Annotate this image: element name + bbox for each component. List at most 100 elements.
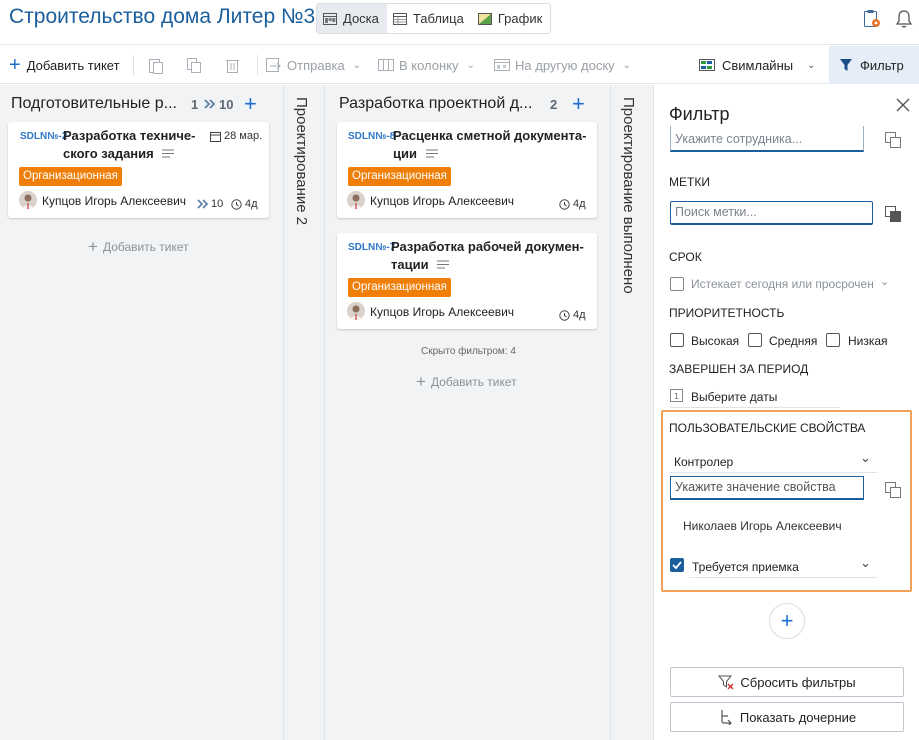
trash-icon[interactable] — [225, 57, 240, 74]
requires-acceptance-checkbox[interactable] — [670, 558, 684, 572]
collapsed-column[interactable]: Проектирование 2 — [293, 97, 310, 225]
person-icon — [21, 194, 35, 209]
calendar-icon — [210, 131, 221, 142]
tags-search-input[interactable]: Поиск метки... — [670, 201, 873, 225]
ticket-id: SDLN№-2 — [20, 131, 68, 142]
to-other-board-dropdown[interactable]: На другую доску ⌄ — [493, 46, 631, 84]
date-picker-text: Выберите даты — [691, 390, 778, 404]
toolbar-divider — [133, 55, 134, 75]
tags-label: МЕТКИ — [669, 175, 710, 189]
board-move-icon — [494, 59, 510, 71]
filter-button[interactable]: Фильтр — [829, 46, 919, 84]
paste-icon[interactable] — [148, 57, 164, 74]
close-icon[interactable] — [895, 97, 911, 113]
column-card-count: 2 — [550, 97, 558, 112]
ticket-title-line2: ского задания — [63, 146, 154, 161]
chevron-down-icon: ⌄ — [466, 59, 475, 71]
plus-icon: + — [416, 372, 426, 391]
priority-low-checkbox[interactable] — [826, 333, 840, 347]
copy-icon[interactable] — [884, 481, 902, 499]
checkmark-icon — [672, 561, 682, 570]
show-children-button[interactable]: Показать дочерние — [670, 702, 904, 732]
add-ticket-button[interactable]: + Добавить тикет — [9, 46, 120, 84]
show-children-label: Показать дочерние — [739, 709, 857, 725]
ticket-title: Расценка сметной документа- ции — [393, 127, 593, 163]
add-ticket-link[interactable]: + Добавить тикет — [416, 372, 517, 392]
requires-acceptance-select[interactable]: Требуется приемка ⌄ — [689, 554, 877, 578]
ticket-card[interactable]: SDLN№-2 Разработка техниче- ского задани… — [8, 122, 269, 218]
due-date: 28 мар. — [210, 130, 262, 142]
copy-icon[interactable] — [884, 205, 902, 223]
ticket-title-line2: тации — [391, 257, 429, 272]
ticket-card[interactable]: SDLN№-7 Разработка рабочей докумен- таци… — [337, 233, 597, 329]
ticket-duration: 4д — [559, 198, 586, 210]
tab-table-label: Таблица — [412, 11, 464, 26]
clock-icon — [559, 309, 570, 321]
reset-filters-button[interactable]: Сбросить фильтры — [670, 667, 904, 697]
date-picker[interactable]: 1 Выберите даты — [670, 388, 840, 408]
due-date-text: 28 мар. — [224, 130, 263, 142]
hierarchy-icon — [721, 710, 732, 725]
tab-board[interactable]: Доска — [317, 4, 387, 33]
gantt-icon — [477, 12, 492, 25]
add-ticket-link[interactable]: + Добавить тикет — [88, 237, 189, 257]
clock-icon — [559, 198, 570, 210]
add-card-button[interactable]: + — [572, 93, 585, 115]
plus-icon: + — [780, 608, 794, 633]
send-label: Отправка — [287, 57, 345, 73]
ticket-title-line: тации — [391, 256, 591, 274]
description-icon — [437, 260, 450, 269]
chevron-down-icon: ⌄ — [860, 450, 871, 465]
ticket-title: Разработка рабочей докумен- тации — [391, 238, 591, 274]
column-divider — [324, 85, 325, 740]
filter-panel: Фильтр Укажите сотрудника... МЕТКИ Поиск… — [653, 85, 919, 740]
property-value-option[interactable]: Николаев Игорь Алексеевич — [683, 519, 842, 533]
toolbar-divider — [257, 55, 258, 75]
priority-high-checkbox[interactable] — [670, 333, 684, 347]
copy-icon[interactable] — [186, 57, 202, 74]
add-property-button[interactable]: + — [769, 603, 805, 639]
copy-icon[interactable] — [884, 131, 902, 149]
hidden-by-filter: Скрыто фильтром: 4 — [421, 346, 516, 357]
chevron-down-icon: ⌄ — [860, 555, 871, 570]
property-value-input[interactable]: Укажите значение свойства — [670, 476, 864, 500]
reset-filters-label: Сбросить фильтры — [740, 674, 856, 690]
send-dropdown[interactable]: Отправка ⌄ — [265, 46, 361, 84]
add-ticket-text: Добавить тикет — [430, 375, 517, 389]
column-icon — [378, 59, 394, 71]
ticket-tag: Организационная — [348, 278, 451, 297]
filter-label: Фильтр — [860, 57, 904, 73]
assignee-name: Купцов Игорь Алексеевич — [370, 194, 515, 208]
send-icon — [266, 58, 281, 72]
ticket-card[interactable]: SDLN№-8 Расценка сметной документа- ции … — [337, 122, 597, 218]
ticket-duration: 4д — [559, 309, 586, 321]
employee-input[interactable]: Укажите сотрудника... — [670, 126, 864, 152]
app-header: Строительство дома Литер №3 Доска Таблиц… — [0, 0, 919, 45]
chevron-down-icon[interactable]: ⌄ — [880, 275, 889, 288]
assignee-name: Купцов Игорь Алексеевич — [370, 305, 515, 319]
column-points: 10 — [219, 97, 234, 112]
priority-medium-checkbox[interactable] — [748, 333, 762, 347]
to-column-dropdown[interactable]: В колонку ⌄ — [377, 46, 475, 84]
description-icon — [425, 149, 438, 158]
ticket-points-text: 10 — [211, 198, 224, 210]
ticket-tag: Организационная — [19, 167, 122, 186]
property-select[interactable]: Контролер ⌄ — [670, 449, 877, 473]
ticket-title-line2: ции — [393, 146, 417, 161]
description-icon — [162, 149, 175, 158]
tab-chart[interactable]: График — [472, 4, 550, 33]
ticket-title-line: Разработка техниче- — [63, 128, 196, 143]
deadline-checkbox[interactable] — [670, 277, 684, 291]
ticket-duration: 4д — [231, 198, 258, 210]
add-card-button[interactable]: + — [244, 93, 257, 115]
collapsed-column[interactable]: Проектирование выполнено — [620, 97, 637, 294]
avatar — [347, 302, 365, 320]
tab-board-label: Доска — [343, 11, 379, 26]
column-title: Подготовительные р... — [11, 95, 177, 112]
column-divider — [283, 85, 284, 740]
bell-icon[interactable] — [895, 9, 913, 29]
tab-table[interactable]: Таблица — [387, 4, 472, 33]
swimlanes-dropdown[interactable]: Свимлайны ⌄ — [698, 46, 815, 84]
tab-chart-label: График — [497, 11, 543, 26]
clipboard-settings-icon[interactable] — [863, 9, 881, 29]
